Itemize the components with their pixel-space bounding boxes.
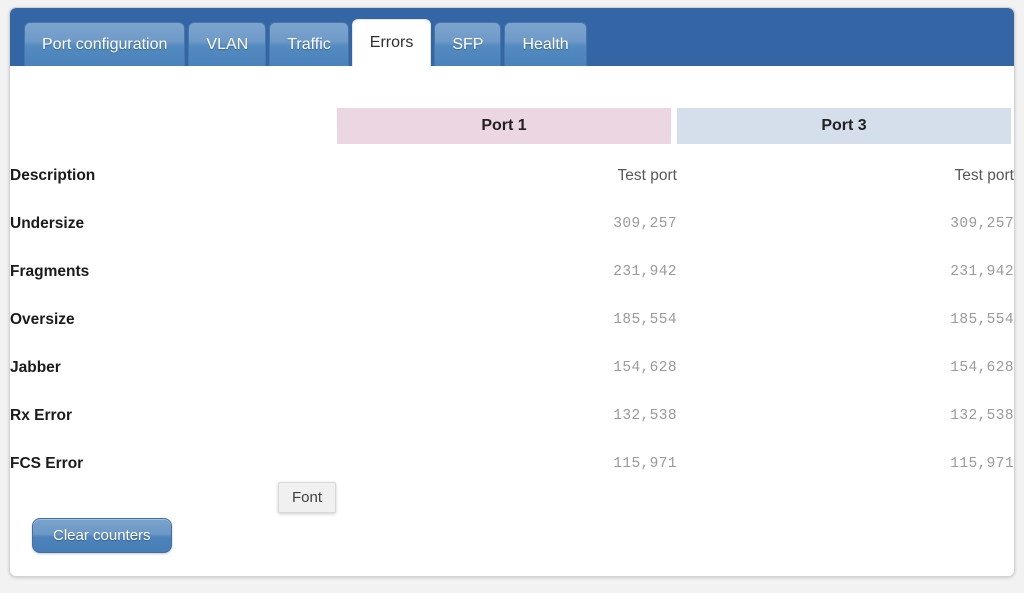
row-label: Fragments [10,263,90,280]
tab-traffic[interactable]: Traffic [269,22,349,66]
cell-port-3: 309,257 [950,216,1014,232]
row-label: Jabber [10,359,61,376]
cell-port-1: 115,971 [613,456,677,472]
row-label: Undersize [10,215,85,232]
tab-strip: Port configuration VLAN Traffic Errors SFP He… [24,19,587,66]
cell-port-1: 231,942 [613,264,677,280]
tab-sfp[interactable]: SFP [434,22,502,66]
cell-port-3: 132,538 [950,408,1014,424]
table-row: FCS Error 115,971 115,971 [10,440,1014,488]
port-errors-panel: Port configuration VLAN Traffic Errors SFP He… [9,7,1015,577]
errors-table-body: Description Test port Test port Undersize 30… [10,152,1014,488]
row-label: Description [10,167,96,184]
cell-port-1: 154,628 [613,360,677,376]
table-row: Oversize 185,554 185,554 [10,296,1014,344]
tab-content-errors: Port 1 Port 3 Description Test port Test p… [10,66,1014,576]
errors-table: Description Test port Test port Undersize 30… [10,152,1014,488]
tab-errors[interactable]: Errors [351,19,432,66]
cell-port-1: Test port [617,167,677,184]
tab-port-configuration[interactable]: Port configuration [24,22,186,66]
table-row: Description Test port Test port [10,152,1014,200]
font-tooltip: Font [278,482,337,513]
cell-port-1: 309,257 [613,216,677,232]
table-row: Rx Error 132,538 132,538 [10,392,1014,440]
clear-counters-button[interactable]: Clear counters [32,518,172,553]
cell-port-3: 154,628 [950,360,1014,376]
column-header-port-1: Port 1 [337,108,671,144]
cell-port-1: 132,538 [613,408,677,424]
cell-port-1: 185,554 [613,312,677,328]
column-header-port-3: Port 3 [677,108,1011,144]
cell-port-3: 115,971 [950,456,1014,472]
row-label: Rx Error [10,407,73,424]
cell-port-3: 231,942 [950,264,1014,280]
cell-port-3: Test port [954,167,1014,184]
cell-port-3: 185,554 [950,312,1014,328]
tab-bar: Port configuration VLAN Traffic Errors SFP He… [10,8,1014,66]
column-headers: Port 1 Port 3 [10,66,1014,144]
table-row: Fragments 231,942 231,942 [10,248,1014,296]
row-label: Oversize [10,311,75,328]
tab-health[interactable]: Health [504,22,587,66]
row-label: FCS Error [10,455,84,472]
table-row: Jabber 154,628 154,628 [10,344,1014,392]
table-row: Undersize 309,257 309,257 [10,200,1014,248]
tab-vlan[interactable]: VLAN [188,22,267,66]
